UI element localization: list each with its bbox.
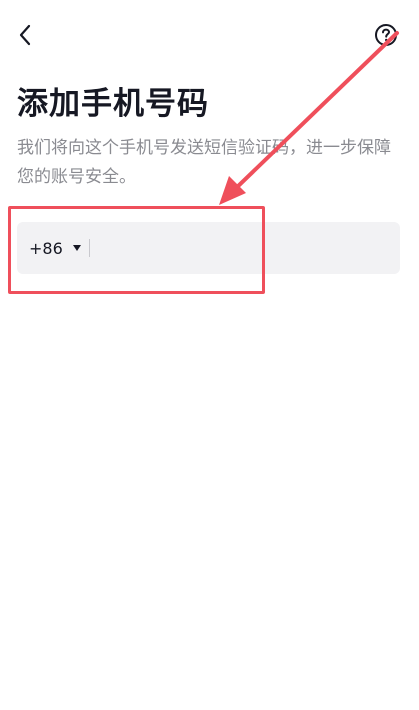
help-button[interactable]	[372, 21, 400, 49]
phone-input-group: +86	[17, 222, 400, 274]
chevron-left-icon	[19, 24, 31, 46]
question-circle-icon	[375, 24, 397, 46]
caret-down-icon	[72, 245, 81, 251]
country-code-label: +86	[29, 238, 63, 258]
country-code-selector[interactable]: +86	[29, 222, 81, 274]
page-title: 添加手机号码	[17, 86, 209, 122]
phone-number-input[interactable]	[97, 222, 392, 274]
page-subtitle: 我们将向这个手机号发送短信验证码，进一步保障您的账号安全。	[17, 138, 391, 187]
back-button[interactable]	[10, 20, 40, 50]
divider	[89, 239, 90, 257]
